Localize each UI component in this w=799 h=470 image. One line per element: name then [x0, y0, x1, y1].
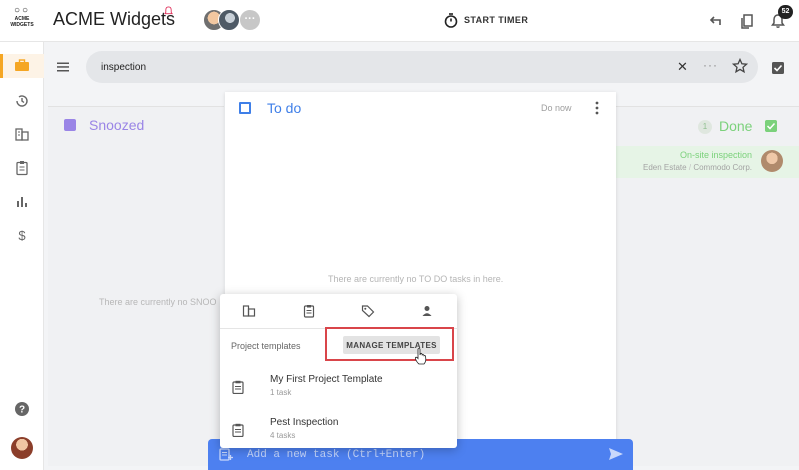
- task-assignee-avatar: [761, 150, 783, 172]
- search-bar: ✕ ···: [86, 51, 758, 83]
- task-separator: /: [688, 163, 692, 172]
- hamburger-menu-icon[interactable]: [55, 59, 71, 75]
- popup-tab-people-person-icon[interactable]: [420, 304, 434, 318]
- snoozed-column: Snoozed There are currently no SNOO: [48, 106, 224, 466]
- hand-cursor-icon: [414, 348, 427, 365]
- task-title: On-site inspection: [679, 150, 752, 160]
- avatar[interactable]: [218, 9, 240, 31]
- snoozed-column-title: Snoozed: [89, 117, 145, 133]
- template-task-count: 1 task: [270, 388, 292, 397]
- column-menu-icon[interactable]: [595, 101, 599, 115]
- help-icon[interactable]: ?: [14, 401, 30, 417]
- briefcase-icon: [15, 59, 29, 71]
- do-now-button[interactable]: Do now: [541, 103, 572, 113]
- sidebar-item-projects[interactable]: [14, 126, 30, 142]
- svg-text:?: ?: [19, 405, 25, 416]
- project-templates-label: Project templates: [231, 341, 301, 351]
- template-task-count: 4 tasks: [270, 431, 296, 440]
- template-name: Pest Inspection: [270, 417, 339, 428]
- popup-tab-projects-building-icon[interactable]: [242, 304, 256, 318]
- clear-search-icon[interactable]: ✕: [677, 59, 688, 75]
- more-avatars-button[interactable]: ···: [239, 9, 261, 31]
- done-column-title: Done: [719, 118, 753, 134]
- popup-tab-tags-tag-icon[interactable]: [361, 304, 375, 318]
- sidebar-item-reports[interactable]: [14, 193, 30, 209]
- undo-icon[interactable]: [706, 12, 724, 30]
- send-icon[interactable]: [608, 447, 624, 461]
- start-timer-label: START TIMER: [464, 15, 529, 25]
- template-item[interactable]: Pest Inspection 4 tasks: [220, 413, 457, 453]
- done-count-badge: 1: [698, 120, 712, 134]
- notification-count-badge: 52: [778, 5, 793, 19]
- active-indicator: [0, 54, 3, 78]
- copy-icon[interactable]: [738, 12, 756, 30]
- search-input[interactable]: [101, 59, 641, 75]
- logo-text: ACME WIDGETS: [10, 16, 34, 28]
- timer-icon: [444, 13, 458, 28]
- template-clipboard-icon: [232, 423, 244, 437]
- acme-logo[interactable]: ○○ ACME WIDGETS: [4, 6, 40, 36]
- template-popup: Project templates MANAGE TEMPLATES My Fi…: [220, 294, 457, 448]
- popup-tab-tasks-clipboard-icon[interactable]: [302, 304, 316, 318]
- snoozed-empty-message: There are currently no SNOO: [99, 297, 217, 307]
- template-clipboard-icon: [232, 380, 244, 394]
- search-options-icon[interactable]: ···: [703, 58, 718, 72]
- done-column: 1 Done On-site inspection Eden Estate / …: [616, 106, 799, 466]
- bell-outline-icon: [164, 6, 173, 15]
- top-bar: ○○ ACME WIDGETS ACME Widgets ··· START T…: [0, 0, 799, 42]
- user-avatar[interactable]: [11, 437, 33, 459]
- sidebar-item-history[interactable]: [14, 93, 30, 109]
- template-item[interactable]: My First Project Template 1 task: [220, 370, 457, 410]
- template-name: My First Project Template: [270, 374, 383, 385]
- sidebar-item-tasks[interactable]: [14, 160, 30, 176]
- todo-empty-message: There are currently no TO DO tasks in he…: [328, 274, 504, 284]
- todo-select-checkbox[interactable]: [239, 102, 251, 114]
- done-task-item[interactable]: On-site inspection Eden Estate / Commodo…: [616, 146, 799, 178]
- task-client[interactable]: Commodo Corp.: [693, 163, 752, 172]
- sidebar-item-work[interactable]: [0, 54, 44, 78]
- app-title: ACME Widgets: [53, 9, 176, 29]
- task-project[interactable]: Eden Estate: [643, 163, 687, 172]
- logo-eyes-icon: ○○: [13, 5, 31, 16]
- task-project-client: Eden Estate / Commodo Corp.: [643, 163, 752, 172]
- star-icon[interactable]: [732, 58, 748, 74]
- snooze-icon: [64, 119, 76, 131]
- svg-text:$: $: [18, 228, 26, 243]
- sidebar-item-billing[interactable]: $: [14, 227, 30, 243]
- left-sidebar: $ ?: [0, 42, 44, 470]
- select-all-checkbox-icon[interactable]: [771, 61, 785, 75]
- todo-column-title: To do: [267, 100, 302, 116]
- done-checkbox-icon[interactable]: [765, 120, 777, 132]
